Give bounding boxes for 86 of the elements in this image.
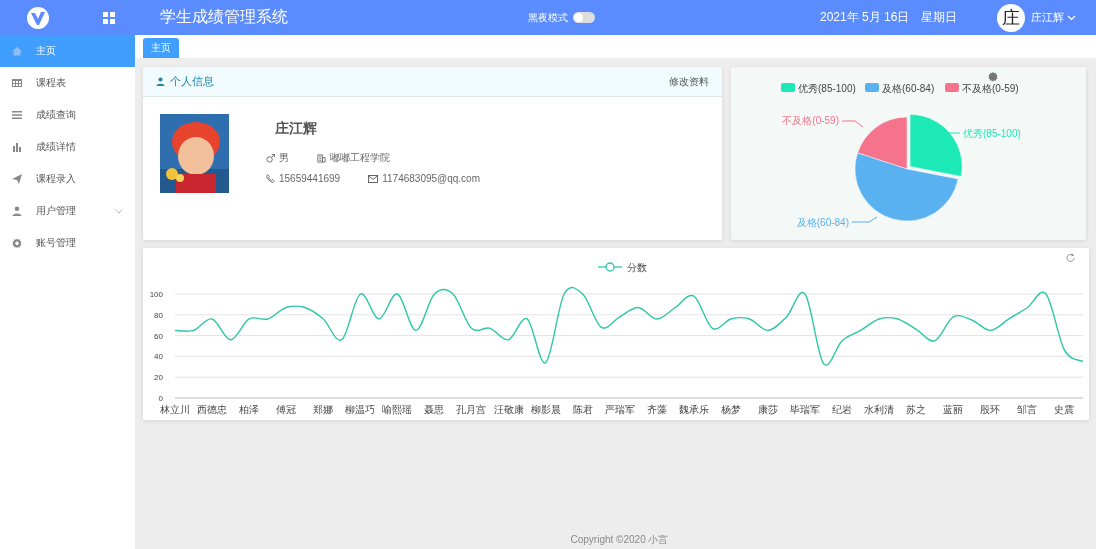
- x-tick-label: 林立川: [160, 404, 190, 415]
- y-tick-label: 80: [154, 310, 163, 320]
- logo-icon: [26, 5, 50, 30]
- x-tick-label: 严瑞军: [604, 404, 635, 415]
- legend-label[interactable]: 及格(60-84): [882, 83, 935, 94]
- y-tick-label: 60: [154, 331, 163, 341]
- legend-label[interactable]: 优秀(85-100): [798, 83, 856, 94]
- school-text: 嘟嘟工程学院: [330, 151, 390, 165]
- x-tick-label: 柏泽: [239, 404, 260, 415]
- caret-icon: [1067, 14, 1077, 21]
- legend-label[interactable]: 不及格(0-59): [962, 83, 1019, 94]
- x-tick-label: 傅冠: [276, 404, 297, 415]
- leader-line: [948, 132, 961, 134]
- gender-text: 男: [279, 151, 289, 165]
- x-tick-label: 柳温巧: [345, 404, 376, 415]
- x-tick-label: 魏承乐: [678, 404, 709, 415]
- phone-text: 15659441699: [279, 173, 341, 184]
- sidebar-item[interactable]: 账号管理: [0, 227, 135, 259]
- slice-label: 优秀(85-100): [963, 128, 1021, 139]
- app-title: 学生成绩管理系统: [160, 7, 288, 27]
- sidebar-item[interactable]: 成绩查询: [0, 99, 135, 131]
- home-icon: [12, 46, 22, 56]
- x-tick-label: 殷环: [980, 404, 1001, 415]
- gear-icon: [12, 238, 22, 248]
- profile-name: 庄江辉: [275, 120, 318, 138]
- x-tick-label: 苏之: [906, 404, 927, 415]
- x-tick-label: 纪岩: [832, 404, 853, 415]
- sidebar-item[interactable]: 用户管理: [0, 195, 135, 227]
- paper-plane-icon: [12, 174, 22, 184]
- weekday-text: 星期日: [921, 9, 958, 26]
- legend-swatch[interactable]: [781, 83, 795, 92]
- user-icon: [156, 77, 165, 86]
- x-tick-label: 陈君: [572, 404, 593, 415]
- user-icon: [12, 206, 22, 216]
- sidebar-item[interactable]: 课程录入: [0, 163, 135, 195]
- x-tick-label: 毕瑞军: [790, 404, 821, 415]
- phone-icon: [266, 174, 275, 183]
- legend-label[interactable]: 分数: [627, 262, 647, 273]
- y-tick-label: 40: [154, 352, 163, 362]
- email-text: 1174683095@qq.com: [382, 173, 480, 184]
- pie-slice[interactable]: [854, 152, 959, 222]
- pie-slice[interactable]: [857, 116, 908, 170]
- bar-chart-icon: [12, 142, 22, 152]
- building-icon: [317, 153, 326, 163]
- x-tick-label: 蓝丽: [943, 404, 964, 415]
- x-tick-label: 齐藻: [646, 404, 667, 415]
- x-tick-label: 孔月宫: [456, 404, 487, 415]
- edit-profile-link[interactable]: 修改资料: [669, 74, 709, 89]
- x-tick-label: 史震: [1054, 404, 1075, 415]
- footer-text: Copyright ©2020 小言: [569, 533, 670, 547]
- x-tick-label: 邹言: [1017, 404, 1038, 415]
- user-avatar[interactable]: 庄: [997, 3, 1026, 32]
- y-tick-label: 0: [158, 394, 163, 403]
- refresh-icon[interactable]: [1066, 253, 1075, 262]
- y-tick-label: 100: [149, 290, 163, 299]
- slice-label: 及格(60-84): [796, 217, 849, 228]
- table-icon: [12, 78, 22, 88]
- legend-swatch[interactable]: [865, 83, 879, 92]
- x-tick-label: 西德忠: [197, 404, 228, 415]
- legend-line-icon[interactable]: [597, 262, 623, 272]
- y-tick-label: 20: [154, 373, 163, 383]
- x-tick-label: 聂思: [424, 404, 445, 415]
- x-tick-label: 喻熙瑶: [382, 404, 413, 415]
- list-icon: [12, 110, 22, 120]
- date-text: 2021年 5月 16日: [820, 9, 910, 26]
- pie-slice[interactable]: [909, 114, 963, 177]
- menu-icon[interactable]: [103, 11, 115, 24]
- x-tick-label: 柳影晨: [530, 404, 561, 415]
- x-tick-label: 杨梦: [720, 404, 741, 415]
- gear-icon[interactable]: [988, 72, 998, 82]
- profile-title: 个人信息: [156, 74, 214, 89]
- x-tick-label: 郑娜: [313, 404, 334, 415]
- chevron-icon: [115, 208, 123, 214]
- male-icon: [266, 153, 275, 163]
- sidebar-item[interactable]: 课程表: [0, 67, 135, 99]
- sidebar-item[interactable]: 成绩详情: [0, 131, 135, 163]
- leader-line: [851, 216, 878, 223]
- legend-swatch[interactable]: [945, 83, 959, 92]
- x-tick-label: 康莎: [758, 404, 778, 415]
- leader-line: [841, 120, 864, 128]
- dark-mode-toggle[interactable]: [573, 12, 595, 23]
- slice-label: 不及格(0-59): [782, 115, 839, 126]
- x-tick-label: 汪敬康: [493, 404, 524, 415]
- x-tick-label: 水利清: [864, 404, 895, 415]
- mail-icon: [368, 174, 379, 183]
- dark-mode-label: 黑夜模式: [528, 10, 568, 25]
